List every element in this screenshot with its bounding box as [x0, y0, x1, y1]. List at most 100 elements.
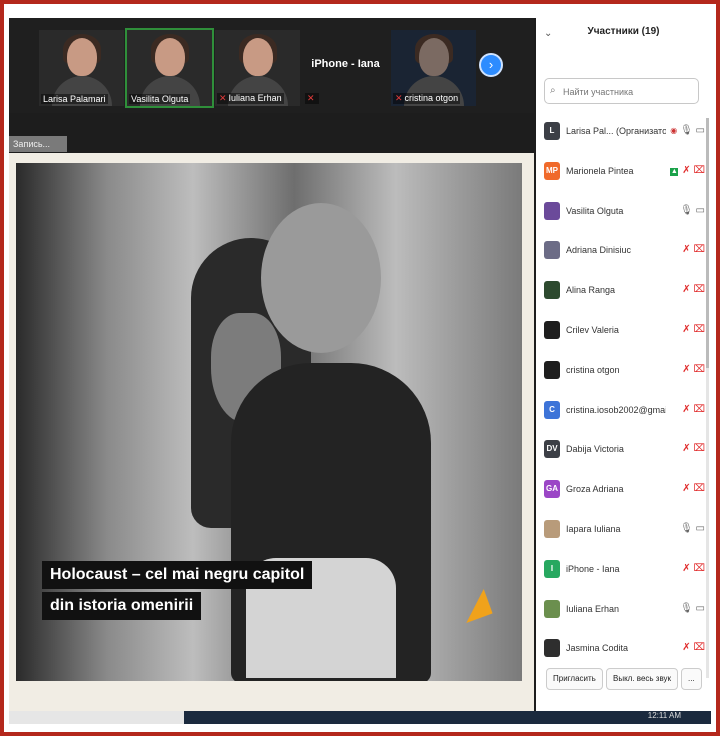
invite-button[interactable]: Пригласить: [546, 668, 603, 690]
avatar: C: [544, 400, 560, 419]
mic-off-icon: ✕: [395, 93, 403, 103]
shared-screen: Holocaust – cel mai negru capitol din is…: [9, 153, 534, 718]
participant-row[interactable]: Adriana Dinisiuc ✗ ⌧: [536, 232, 711, 272]
avatar: DV: [544, 440, 560, 459]
participant-status: ◉ 🎙 ▭: [670, 125, 705, 136]
mic-off-icon: ✗: [682, 642, 691, 654]
participant-row[interactable]: Crilev Valeria ✗ ⌧: [536, 312, 711, 352]
video-tile-cristina[interactable]: ✕ cristina otgon: [391, 30, 476, 106]
video-strip: Larisa Palamari Vasilita Olguta ✕ Iuliana…: [9, 18, 534, 113]
video-tile-vasilita[interactable]: Vasilita Olguta: [125, 28, 214, 108]
participant-list: L Larisa Pal... (Организатор, я) ◉ 🎙 ▭ MP Ma…: [536, 113, 711, 670]
participants-title: Участники (19): [587, 26, 660, 37]
camera-off-icon: ⌧: [693, 562, 705, 574]
participant-row[interactable]: Alina Ranga ✗ ⌧: [536, 272, 711, 312]
participant-row[interactable]: MP Marionela Pintea ▲ ✗ ⌧: [536, 153, 711, 193]
screen-share-icon: ▲: [670, 167, 679, 176]
list-scrollbar[interactable]: [706, 118, 709, 678]
participant-name: Jasmina Codita: [566, 643, 629, 654]
participant-row[interactable]: L Larisa Pal... (Организатор, я) ◉ 🎙 ▭: [536, 113, 711, 153]
mic-on-icon: 🎙: [680, 602, 693, 614]
participant-status: ✗ ⌧: [682, 563, 705, 574]
panel-footer: Пригласить Выкл. весь звук ...: [536, 668, 711, 698]
avatar: [544, 320, 560, 339]
taskbar-clock: 12:11 AM: [647, 711, 681, 720]
participant-row[interactable]: Iapara Iuliana 🎙 ▭: [536, 511, 711, 551]
tile-name: ✕ Iuliana Erhan: [217, 93, 284, 104]
avatar: I: [544, 559, 560, 578]
holocaust-video[interactable]: Holocaust – cel mai negru capitol din is…: [16, 163, 522, 681]
zoom-window: Larisa Palamari Vasilita Olguta ✕ Iuliana…: [9, 18, 711, 724]
participant-row[interactable]: Ccristina.iosob2002@gmail.com ✗ ⌧: [536, 392, 711, 432]
camera-off-icon: ⌧: [693, 443, 705, 455]
video-tile-larisa[interactable]: Larisa Palamari: [39, 30, 124, 106]
participant-row[interactable]: IiPhone - Iana ✗ ⌧: [536, 551, 711, 591]
participant-row[interactable]: GA Groza Adriana ✗ ⌧: [536, 471, 711, 511]
camera-off-icon: ⌧: [693, 244, 705, 256]
taskbar: 12:11 AM: [9, 711, 711, 724]
avatar: [544, 360, 560, 379]
camera-on-icon: ▭: [695, 204, 705, 216]
camera-off-icon: ⌧: [693, 164, 705, 176]
recording-label: Запись...: [9, 136, 67, 152]
participant-row[interactable]: cristina otgon ✗ ⌧: [536, 352, 711, 392]
participant-row[interactable]: DV Dabija Victoria ✗ ⌧: [536, 431, 711, 471]
avatar: [544, 599, 560, 618]
mic-off-icon: ✗: [682, 164, 691, 176]
mic-off-icon: ✗: [682, 443, 691, 455]
participant-status: ✗ ⌧: [682, 324, 705, 335]
participant-name: cristina.iosob2002@gmail.com: [566, 404, 666, 415]
participant-search[interactable]: ⌕: [544, 78, 699, 104]
mic-off-icon: ✗: [682, 363, 691, 375]
more-button[interactable]: ...: [681, 668, 702, 690]
participant-name: Crilev Valeria: [566, 324, 619, 335]
participant-row[interactable]: Iuliana Erhan 🎙 ▭: [536, 591, 711, 631]
participant-name: Iuliana Erhan: [566, 603, 620, 614]
avatar: [544, 639, 560, 658]
participant-status: ✗ ⌧: [682, 284, 705, 295]
mute-all-button[interactable]: Выкл. весь звук: [606, 668, 679, 690]
caption-line-2: din istoria omenirii: [42, 592, 202, 620]
mic-on-icon: 🎙: [680, 204, 693, 216]
participant-status: ✗ ⌧: [682, 443, 705, 454]
camera-off-icon: ⌧: [693, 483, 705, 495]
tile-name: Vasilita Olguta: [129, 94, 191, 104]
participant-name: Vasilita Olguta: [566, 205, 624, 216]
participant-status: 🎙 ▭: [680, 603, 705, 614]
baby-head: [261, 203, 381, 353]
recording-icon: ◉: [670, 126, 678, 135]
search-input[interactable]: [561, 83, 695, 101]
next-page-button[interactable]: ›: [479, 53, 503, 77]
avatar: [544, 241, 560, 260]
camera-on-icon: ▭: [695, 522, 705, 534]
tile-name: Larisa Palamari: [41, 94, 108, 104]
video-tile-iphone[interactable]: iPhone - Iana ✕: [303, 30, 388, 106]
mic-on-icon: 🎙: [680, 522, 693, 534]
avatar: [544, 201, 560, 220]
mic-off-icon: ✕: [219, 93, 227, 103]
camera-off-icon: ⌧: [693, 403, 705, 415]
search-icon: ⌕: [550, 85, 556, 96]
camera-off-icon: ⌧: [693, 642, 705, 654]
camera-off-icon: ⌧: [693, 363, 705, 375]
participant-name: Groza Adriana: [566, 484, 624, 495]
participant-status: 🎙 ▭: [680, 205, 705, 216]
video-tile-iuliana[interactable]: ✕ Iuliana Erhan: [215, 30, 300, 106]
mic-off-icon: ✗: [682, 244, 691, 256]
mic-off-icon: ✗: [682, 562, 691, 574]
caption-line-1: Holocaust – cel mai negru capitol: [42, 561, 313, 589]
camera-on-icon: ▭: [695, 602, 705, 614]
participant-row[interactable]: Jasmina Codita ✗ ⌧: [536, 630, 711, 670]
chevron-right-icon: ›: [488, 57, 494, 72]
mic-off-icon: ✕: [307, 93, 315, 103]
mic-off-icon: ✗: [682, 483, 691, 495]
participant-name: Iapara Iuliana: [566, 523, 621, 534]
participant-row[interactable]: Vasilita Olguta 🎙 ▭: [536, 193, 711, 233]
participant-status: 🎙 ▭: [680, 523, 705, 534]
avatar: L: [544, 122, 560, 140]
camera-on-icon: ▭: [695, 125, 705, 136]
avatar: [544, 519, 560, 538]
participant-name: cristina otgon: [566, 364, 620, 375]
taskbar-left: [9, 711, 184, 724]
participant-name: Larisa Pal... (Организатор, я): [566, 126, 666, 136]
